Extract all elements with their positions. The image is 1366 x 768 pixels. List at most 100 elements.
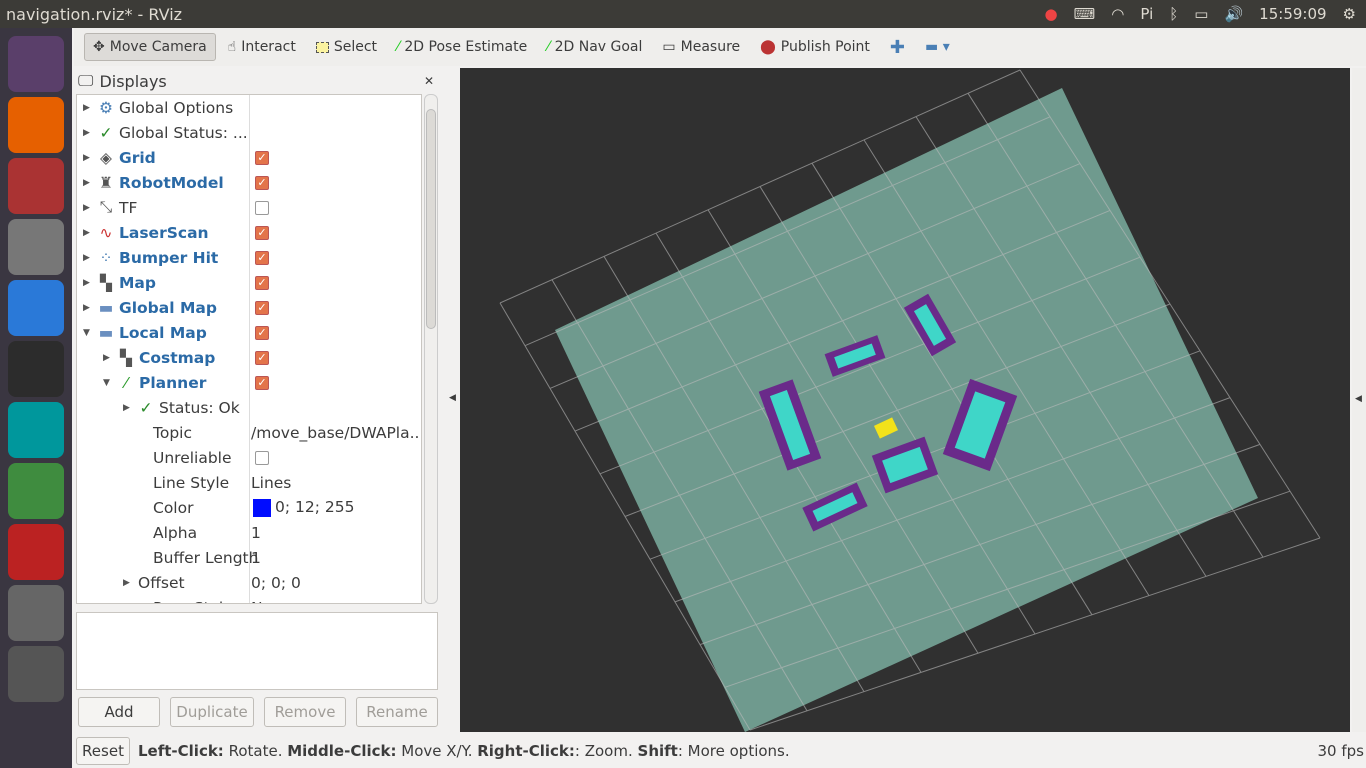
enable-checkbox[interactable]: ✓ (255, 225, 269, 240)
gear-icon[interactable]: ⚙ (1343, 5, 1356, 23)
display-row[interactable]: Alpha 1 (77, 520, 421, 545)
property-value[interactable]: /move_base/DWAPla... (251, 424, 421, 442)
tree-scrollbar[interactable] (424, 94, 438, 604)
property-value[interactable]: 1 (251, 549, 261, 567)
property-value[interactable]: 1 (251, 524, 261, 542)
display-row[interactable]: ▶ ∿ LaserScan ✓ (77, 220, 421, 245)
enable-checkbox[interactable]: ✓ (255, 300, 269, 315)
expand-arrow-icon[interactable]: ▶ (83, 278, 93, 288)
color-swatch[interactable] (253, 498, 271, 517)
expand-arrow-icon[interactable]: ▶ (83, 303, 93, 313)
launcher-app-icon[interactable] (8, 524, 64, 580)
add-button[interactable]: Add (78, 697, 160, 727)
keyboard-icon[interactable]: ⌨ (1074, 5, 1096, 23)
display-label: Unreliable (153, 448, 232, 467)
enable-checkbox[interactable]: ✓ (255, 375, 269, 390)
expand-arrow-icon[interactable]: ▶ (83, 203, 93, 213)
remove-button[interactable]: Remove (264, 697, 346, 727)
display-row[interactable]: Pose Style None (77, 595, 421, 604)
publish-point-tool[interactable]: ⬤ Publish Point (752, 34, 878, 60)
property-value[interactable]: 0; 0; 0 (251, 574, 301, 592)
right-panel-handle[interactable]: ◀ (1352, 68, 1366, 732)
battery-icon[interactable]: ▭ (1194, 5, 1208, 23)
expand-arrow-icon[interactable]: ▶ (123, 578, 133, 588)
display-row[interactable]: ▶ ⚙ Global Options (77, 95, 421, 120)
display-label: Buffer Length (153, 548, 259, 567)
launcher-wps-icon[interactable] (8, 280, 64, 336)
launcher-arduino-icon[interactable] (8, 402, 64, 458)
bluetooth-icon[interactable]: ᛒ (1169, 5, 1178, 23)
display-row[interactable]: Buffer Length 1 (77, 545, 421, 570)
map-plane (555, 88, 1258, 732)
interact-tool[interactable]: ☝ Interact (220, 34, 304, 60)
display-row[interactable]: ▶ ⤡ TF (77, 195, 421, 220)
launcher-settings-icon[interactable] (8, 219, 64, 275)
expand-arrow-icon[interactable]: ▼ (103, 378, 113, 388)
display-row[interactable]: ▶ ✓ Status: Ok (77, 395, 421, 420)
launcher-trash-icon[interactable] (8, 646, 64, 702)
enable-checkbox[interactable]: ✓ (255, 275, 269, 290)
clock[interactable]: 15:59:09 (1259, 5, 1326, 23)
duplicate-button[interactable]: Duplicate (170, 697, 254, 727)
launcher-rviz-icon[interactable] (8, 585, 64, 641)
enable-checkbox[interactable] (255, 450, 269, 465)
enable-checkbox[interactable] (255, 200, 269, 215)
display-row[interactable]: ▼ ▬ Local Map ✓ (77, 320, 421, 345)
display-row[interactable]: ▶ ◈ Grid ✓ (77, 145, 421, 170)
view-collapse-left-icon[interactable]: ◀ (449, 393, 456, 403)
enable-checkbox[interactable]: ✓ (255, 250, 269, 265)
display-row[interactable]: ▶ ▚ Costmap ✓ (77, 345, 421, 370)
enable-checkbox[interactable]: ✓ (255, 175, 269, 190)
add-tool-button[interactable]: ✚ (882, 32, 913, 63)
launcher-files-icon[interactable] (8, 158, 64, 214)
expand-arrow-icon[interactable]: ▶ (83, 228, 93, 238)
display-row[interactable]: ▶ Offset 0; 0; 0 (77, 570, 421, 595)
map-scene[interactable] (460, 68, 1350, 732)
display-row[interactable]: ▶ ♜ RobotModel ✓ (77, 170, 421, 195)
nav-goal-tool[interactable]: ⁄ 2D Nav Goal (539, 34, 650, 60)
select-tool[interactable]: Select (308, 34, 385, 60)
display-row[interactable]: ▶ ▚ Map ✓ (77, 270, 421, 295)
launcher-software-updater-icon[interactable] (8, 463, 64, 519)
launcher-firefox-icon[interactable] (8, 97, 64, 153)
property-value[interactable]: Lines (251, 474, 291, 492)
expand-arrow-icon[interactable]: ▶ (123, 403, 133, 413)
enable-checkbox[interactable]: ✓ (255, 325, 269, 340)
wifi-icon[interactable]: ◠ (1111, 5, 1124, 23)
enable-checkbox[interactable]: ✓ (255, 150, 269, 165)
display-row[interactable]: Topic/move_base/DWAPla... (77, 420, 421, 445)
display-row[interactable]: Unreliable (77, 445, 421, 470)
record-icon[interactable]: ● (1045, 5, 1058, 23)
enable-checkbox[interactable]: ✓ (255, 350, 269, 365)
property-value[interactable]: None (251, 599, 291, 604)
value-text: 0; 0; 0 (251, 573, 301, 592)
display-row[interactable]: ▶ ⁘ Bumper Hit ✓ (77, 245, 421, 270)
move-camera-tool[interactable]: ✥ Move Camera (84, 33, 216, 61)
3d-view[interactable] (460, 68, 1350, 732)
expand-arrow-icon[interactable]: ▼ (83, 328, 93, 338)
launcher-ubuntu-icon[interactable] (8, 36, 64, 92)
expand-arrow-icon[interactable]: ▶ (83, 253, 93, 263)
expand-arrow-icon[interactable]: ▶ (83, 153, 93, 163)
display-row[interactable]: ▶ ✓ Global Status: ... (77, 120, 421, 145)
display-row[interactable]: ▶ ▬ Global Map ✓ (77, 295, 421, 320)
display-name: ▶ ∿ LaserScan (83, 224, 209, 242)
display-row[interactable]: Line Style Lines (77, 470, 421, 495)
display-label: Planner (139, 373, 207, 392)
measure-tool[interactable]: ▭ Measure (654, 34, 748, 60)
pose-estimate-tool[interactable]: ⁄ 2D Pose Estimate (389, 34, 535, 60)
close-icon[interactable]: ✕ (424, 74, 434, 88)
reset-button[interactable]: Reset (76, 737, 130, 765)
display-row[interactable]: Color 0; 12; 255 (77, 495, 421, 520)
property-value[interactable]: 0; 12; 255 (253, 498, 354, 517)
expand-arrow-icon[interactable]: ▶ (83, 103, 93, 113)
remove-tool-button[interactable]: ▬ ▾ (917, 34, 958, 60)
expand-arrow-icon[interactable]: ▶ (83, 178, 93, 188)
launcher-terminal-icon[interactable] (8, 341, 64, 397)
pi-icon[interactable]: Pi (1140, 5, 1153, 23)
display-row[interactable]: ▼ ⁄ Planner ✓ (77, 370, 421, 395)
expand-arrow-icon[interactable]: ▶ (103, 353, 113, 363)
volume-icon[interactable]: 🔊 (1224, 5, 1243, 23)
expand-arrow-icon[interactable]: ▶ (83, 128, 93, 138)
rename-button[interactable]: Rename (356, 697, 438, 727)
